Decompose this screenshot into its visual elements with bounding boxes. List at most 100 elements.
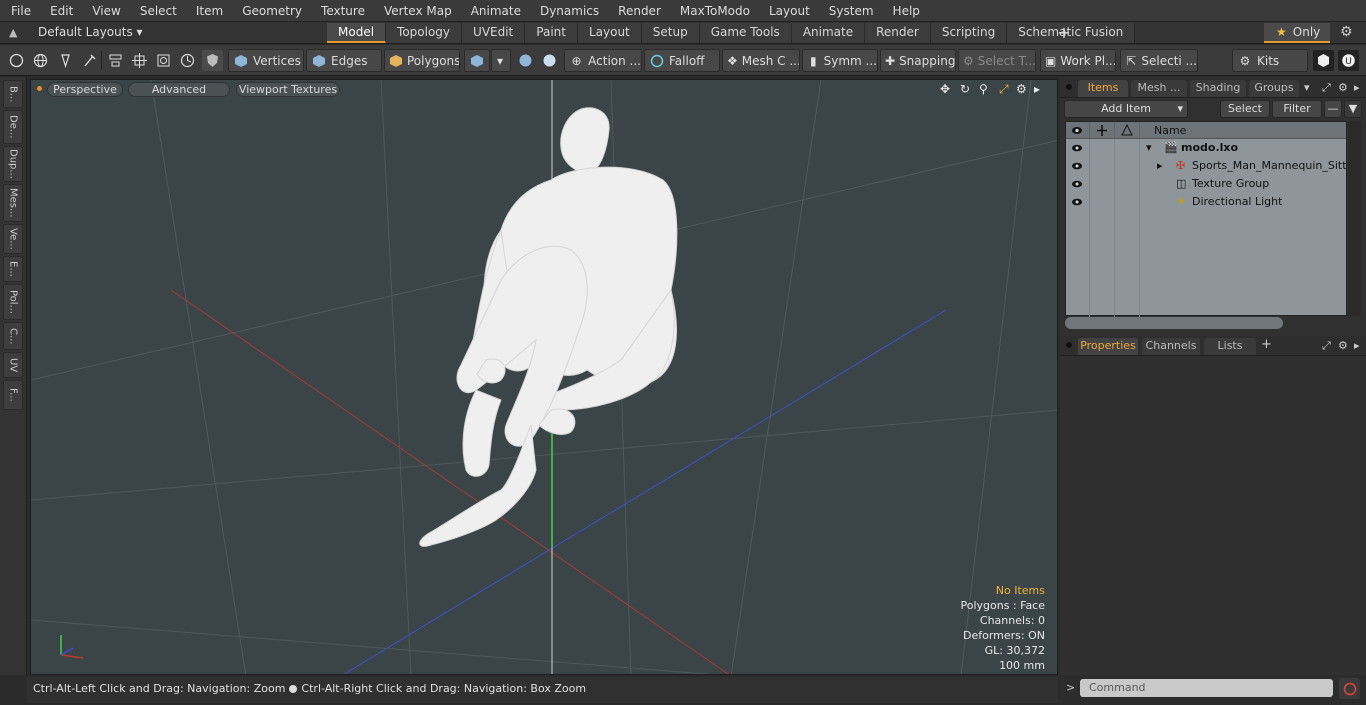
work-plane-button[interactable]: ▣ Work Pl... bbox=[1040, 49, 1116, 72]
tab-render[interactable]: Render bbox=[865, 23, 931, 43]
symmetry-x-icon[interactable] bbox=[515, 50, 536, 71]
left-tab-2[interactable]: Dup... bbox=[3, 146, 23, 182]
panel-settings-icon[interactable]: ⚙ bbox=[1338, 81, 1348, 94]
tab-channels[interactable]: Channels bbox=[1142, 338, 1200, 355]
tree-vertical-scrollbar[interactable] bbox=[1348, 121, 1361, 316]
collapse-icon[interactable]: — bbox=[1324, 100, 1342, 118]
menu-item-render[interactable]: Render bbox=[608, 4, 670, 18]
tab-items[interactable]: Items bbox=[1078, 80, 1128, 97]
left-tab-6[interactable]: Pol... bbox=[3, 284, 23, 320]
left-tab-9[interactable]: F... bbox=[3, 380, 23, 410]
menu-item-geometry[interactable]: Geometry bbox=[232, 4, 311, 18]
visibility-column[interactable] bbox=[1066, 122, 1090, 138]
panel-settings-icon[interactable]: ⚙ bbox=[1338, 339, 1348, 352]
unity-icon[interactable] bbox=[1313, 50, 1334, 71]
eye-icon[interactable] bbox=[1071, 160, 1083, 172]
tree-item-light[interactable]: ☀ Directional Light bbox=[1066, 193, 1346, 211]
mesh-constraint-button[interactable]: ❖ Mesh C ... bbox=[722, 49, 800, 72]
symmetry-button[interactable]: ▮ Symm ... bbox=[802, 49, 878, 72]
add-item-button[interactable]: Add Item ▾ bbox=[1064, 100, 1188, 118]
lock-column[interactable] bbox=[1090, 122, 1115, 138]
unreal-icon[interactable]: U bbox=[1338, 50, 1359, 71]
snapping-button[interactable]: ✚ Snapping bbox=[880, 49, 956, 72]
tab-paint[interactable]: Paint bbox=[525, 23, 578, 43]
menu-item-maxtomodo[interactable]: MaxToModo bbox=[670, 4, 759, 18]
left-tab-0[interactable]: B... bbox=[3, 80, 23, 108]
panel-maximize-icon[interactable]: ⤢ bbox=[1322, 339, 1331, 353]
pen-icon[interactable] bbox=[55, 50, 76, 71]
add-tab-button[interactable]: + bbox=[1261, 337, 1272, 352]
layout-selector[interactable]: Default Layouts ▾ bbox=[38, 25, 143, 39]
panel-menu-dot[interactable] bbox=[1066, 342, 1072, 348]
view-mode-button[interactable]: Perspective bbox=[47, 82, 123, 97]
render-column[interactable] bbox=[1115, 122, 1140, 138]
viewport-expand-icon[interactable]: ▸ bbox=[1034, 82, 1040, 96]
tab-schematic-fusion[interactable]: Schematic Fusion bbox=[1007, 23, 1136, 43]
tab-properties[interactable]: Properties bbox=[1078, 338, 1138, 355]
symmetry-y-icon[interactable] bbox=[539, 50, 560, 71]
center-icon[interactable] bbox=[129, 50, 150, 71]
polygons-button[interactable]: Polygons bbox=[384, 49, 460, 72]
shield-icon[interactable] bbox=[202, 50, 223, 71]
left-tab-8[interactable]: UV bbox=[3, 352, 23, 378]
record-macro-icon[interactable] bbox=[1339, 678, 1360, 699]
tree-item-mesh[interactable]: ▸ ✠ Sports_Man_Mannequin_Sitti ... bbox=[1066, 157, 1346, 175]
menu-item-view[interactable]: View bbox=[82, 4, 129, 18]
add-tab-button[interactable]: + bbox=[1057, 23, 1071, 42]
tab-model[interactable]: Model bbox=[327, 23, 387, 43]
menu-item-select[interactable]: Select bbox=[130, 4, 186, 18]
tab-topology[interactable]: Topology bbox=[386, 23, 463, 43]
edges-button[interactable]: Edges bbox=[306, 49, 382, 72]
left-tab-3[interactable]: Mes... bbox=[3, 184, 23, 222]
expand-arrow-icon[interactable]: ▸ bbox=[1157, 157, 1163, 175]
viewport-textures-button[interactable]: Viewport Textures bbox=[236, 82, 340, 97]
menu-item-system[interactable]: System bbox=[819, 4, 883, 18]
viewport-settings-icon[interactable]: ⚙ bbox=[1016, 82, 1027, 96]
tab-lists[interactable]: Lists bbox=[1204, 338, 1256, 355]
left-tab-4[interactable]: Ve... bbox=[3, 224, 23, 254]
tab-mesh[interactable]: Mesh ... bbox=[1131, 80, 1187, 97]
tab-layout[interactable]: Layout bbox=[577, 23, 642, 43]
only-toggle-button[interactable]: ★ Only bbox=[1264, 23, 1330, 43]
select-button[interactable]: Select bbox=[1220, 100, 1270, 118]
falloff-button[interactable]: Falloff bbox=[644, 49, 720, 72]
viewport-menu-dot[interactable] bbox=[37, 86, 42, 91]
panel-expand-icon[interactable]: ▸ bbox=[1354, 339, 1360, 352]
menu-item-item[interactable]: Item bbox=[186, 4, 232, 18]
tab-groups[interactable]: Groups bbox=[1249, 80, 1299, 97]
brush-icon[interactable] bbox=[79, 50, 100, 71]
tree-item-scene[interactable]: ▾ 🎬 modo.lxo bbox=[1066, 139, 1346, 157]
expand-arrow-icon[interactable]: ▾ bbox=[1146, 139, 1152, 157]
rotate-view-icon[interactable]: ↻ bbox=[960, 82, 970, 96]
tab-game-tools[interactable]: Game Tools bbox=[699, 23, 792, 43]
menu-item-animate[interactable]: Animate bbox=[461, 4, 530, 18]
kits-button[interactable]: ⚙ Kits bbox=[1232, 49, 1308, 72]
tab-scripting[interactable]: Scripting bbox=[930, 23, 1008, 43]
layout-collapse-icon[interactable]: ▲ bbox=[9, 26, 17, 39]
tree-horizontal-scrollbar[interactable] bbox=[1065, 317, 1283, 329]
panel-expand-icon[interactable]: ▸ bbox=[1354, 81, 1360, 94]
tab-animate[interactable]: Animate bbox=[791, 23, 866, 43]
select-through-button[interactable]: ⚙ Select T... bbox=[958, 49, 1036, 72]
mode-dropdown-button[interactable]: ▾ bbox=[491, 49, 511, 72]
gear-icon[interactable]: ⚙ bbox=[1340, 24, 1353, 40]
left-tab-1[interactable]: De... bbox=[3, 110, 23, 144]
menu-item-dynamics[interactable]: Dynamics bbox=[530, 4, 608, 18]
menu-item-edit[interactable]: Edit bbox=[40, 4, 82, 18]
panel-maximize-icon[interactable]: ⤢ bbox=[1322, 81, 1331, 95]
clock-icon[interactable] bbox=[177, 50, 198, 71]
align-icon[interactable] bbox=[105, 50, 126, 71]
menu-item-help[interactable]: Help bbox=[883, 4, 929, 18]
left-tab-7[interactable]: C... bbox=[3, 322, 23, 350]
command-input[interactable]: Command bbox=[1080, 679, 1333, 697]
tab-uvedit[interactable]: UVEdit bbox=[462, 23, 526, 43]
name-column-header[interactable]: Name bbox=[1154, 124, 1186, 137]
eye-icon[interactable] bbox=[1071, 196, 1083, 208]
move-view-icon[interactable]: ✥ bbox=[940, 82, 950, 96]
frame-icon[interactable] bbox=[153, 50, 174, 71]
menu-item-file[interactable]: File bbox=[0, 4, 40, 18]
item-mode-button[interactable] bbox=[464, 49, 490, 72]
3d-viewport[interactable]: Perspective Advanced Viewport Textures ✥… bbox=[30, 79, 1058, 675]
menu-item-layout[interactable]: Layout bbox=[759, 4, 819, 18]
shading-mode-button[interactable]: Advanced bbox=[128, 82, 230, 97]
